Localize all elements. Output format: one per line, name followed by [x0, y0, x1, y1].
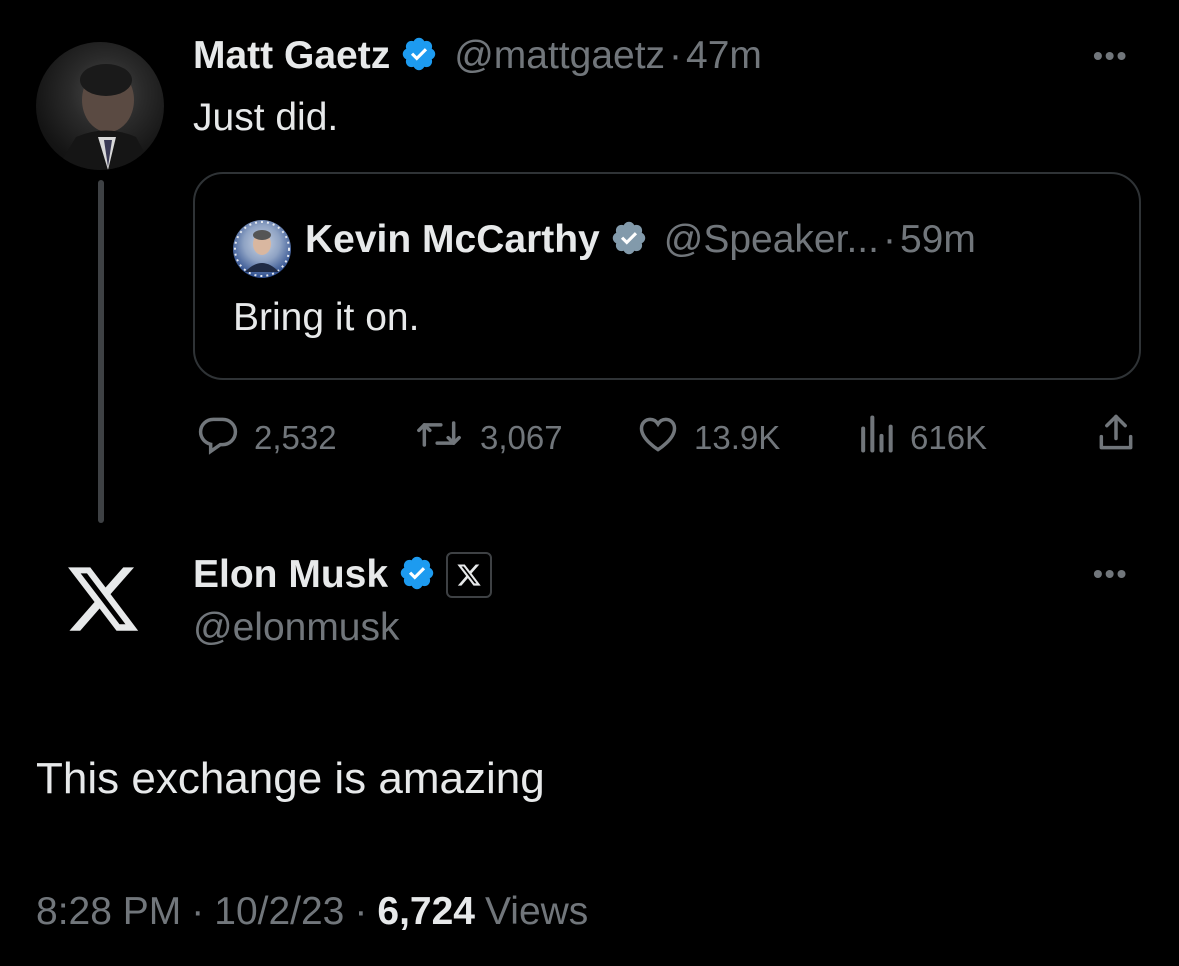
retweet-button[interactable]: 3,067 — [412, 412, 563, 464]
footer-separator: · — [191, 890, 205, 933]
reply-count: 2,532 — [254, 419, 337, 456]
kevin-mccarthy-avatar — [233, 220, 291, 278]
quote-separator-dot: · — [882, 218, 896, 261]
like-button[interactable]: 13.9K — [636, 412, 780, 464]
x-affiliation-icon[interactable] — [446, 552, 493, 598]
tweet-header: Matt Gaetz @mattgaetz · 47m — [193, 34, 762, 78]
retweet-icon — [412, 412, 466, 464]
reply-text: This exchange is amazing — [36, 754, 545, 803]
bar-chart-icon — [856, 412, 896, 464]
matt-gaetz-avatar[interactable] — [36, 42, 164, 170]
author-name[interactable]: Matt Gaetz — [193, 34, 390, 78]
reply-date[interactable]: 10/2/23 — [214, 890, 344, 934]
x-logo-avatar-icon[interactable] — [64, 560, 142, 638]
reply-button[interactable]: 2,532 — [196, 412, 337, 464]
quoted-tweet-card[interactable]: Kevin McCarthy @Speaker... · 59m Bring i… — [193, 172, 1141, 380]
quote-header: Kevin McCarthy @Speaker... · 59m — [305, 218, 976, 262]
thread-connector-line — [98, 180, 104, 523]
like-count: 13.9K — [694, 419, 781, 456]
reply-header: Elon Musk — [193, 552, 493, 598]
author-handle[interactable]: @mattgaetz — [454, 34, 665, 78]
reply-author-handle[interactable]: @elonmusk — [193, 606, 400, 650]
separator-dot: · — [669, 34, 683, 77]
quote-author-name[interactable]: Kevin McCarthy — [305, 218, 600, 262]
views-count: 616K — [910, 419, 988, 456]
tweet-text: Just did. — [193, 96, 339, 139]
reply-more-options-icon[interactable]: ••• — [1093, 558, 1128, 590]
reply-views-label: Views — [484, 890, 589, 933]
reply-timestamp[interactable]: 8:28 PM — [36, 890, 181, 934]
more-options-icon[interactable]: ••• — [1093, 40, 1128, 72]
reply-view-count: 6,724 — [377, 890, 475, 933]
reply-footer-meta: 8:28 PM · 10/2/23 · 6,724 Views — [36, 890, 588, 934]
share-icon[interactable] — [1094, 410, 1138, 461]
footer-separator: · — [354, 890, 368, 933]
views-button[interactable]: 616K — [856, 412, 987, 464]
verified-badge-icon — [398, 554, 436, 597]
gray-verified-badge-icon — [610, 219, 648, 262]
heart-icon — [636, 412, 680, 464]
reply-icon — [196, 412, 240, 464]
tweet-time[interactable]: 47m — [686, 34, 762, 78]
quote-author-handle[interactable]: @Speaker... — [664, 218, 879, 262]
verified-badge-icon — [400, 35, 438, 78]
quote-time[interactable]: 59m — [900, 218, 976, 262]
reply-author-name[interactable]: Elon Musk — [193, 553, 388, 597]
retweet-count: 3,067 — [480, 419, 563, 456]
quote-text: Bring it on. — [233, 296, 420, 339]
